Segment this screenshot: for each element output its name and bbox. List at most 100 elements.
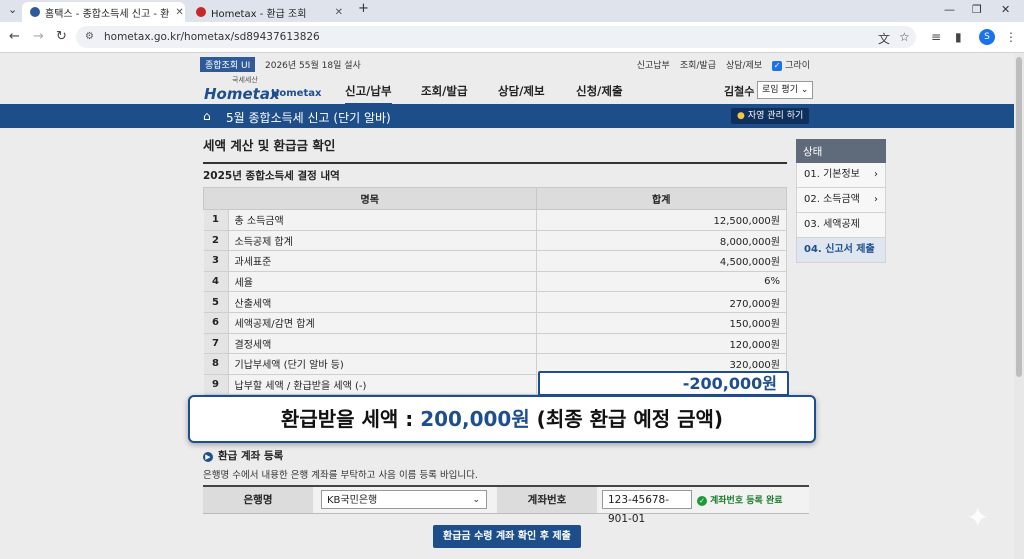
bookmark-star-icon[interactable]: ☆ xyxy=(899,30,910,44)
browser-tab-bar: ⌄ 홈택스 - 종합소득세 신고 - 환 ✕ Hometax - 환급 조회 ✕… xyxy=(0,0,1024,22)
sidebar-item-label: 03. 세액공제 xyxy=(804,219,860,230)
close-window-icon[interactable]: ✕ xyxy=(1001,3,1010,16)
helper-label: 자영 관리 하기 xyxy=(747,111,804,121)
util-link[interactable]: 조회/발급 xyxy=(680,58,716,71)
profile-avatar[interactable]: S xyxy=(979,29,995,45)
home-icon[interactable]: ⌂ xyxy=(203,109,211,123)
maximize-icon[interactable]: ❐ xyxy=(972,3,982,16)
view-badge: 종합조회 UI xyxy=(200,57,256,72)
row-name: 세액공제/감면 합계 xyxy=(228,312,537,334)
sidebar-item-tax-credit[interactable]: 03. 세액공제 xyxy=(796,213,886,238)
sidebar-item-income[interactable]: 02. 소득금액 › xyxy=(796,188,886,213)
bank-name-label: 은행명 xyxy=(203,487,313,513)
gnb-item-tax-filing[interactable]: 신고/납부 xyxy=(345,83,392,105)
page-scrollbar[interactable] xyxy=(1014,53,1024,559)
chevron-right-icon: › xyxy=(874,169,878,180)
account-status-text: 계좌번호 등록 완료 xyxy=(710,496,783,506)
more-menu-icon[interactable]: ⋮ xyxy=(1005,30,1017,44)
translate-icon[interactable]: 文 xyxy=(878,30,890,47)
logo-sub: Hometax xyxy=(271,88,322,99)
site-info-icon[interactable]: ⚙ xyxy=(85,31,94,42)
table-row: 3 과세표준 4,500,000원 xyxy=(203,250,787,272)
submit-button[interactable]: 환급금 수령 계좌 확인 후 제출 xyxy=(433,525,581,548)
address-bar[interactable]: ⚙ hometax.go.kr/hometax/sd89437613826 xyxy=(76,26,916,48)
check-circle-icon: ✓ xyxy=(697,496,707,506)
reading-list-icon[interactable]: ≡ xyxy=(931,30,941,44)
row-number: 1 xyxy=(203,209,229,231)
utility-bar: 종합조회 UI 2026년 55월 18일 설사 신고납부 조회/발급 상담/제… xyxy=(200,57,810,72)
row-amount: 6% xyxy=(536,271,787,293)
account-number-label: 계좌번호 xyxy=(497,487,597,513)
bullet-arrow-icon: ▶ xyxy=(203,452,213,462)
banner-prefix: 환급받을 세액 : xyxy=(280,407,421,431)
row-number: 4 xyxy=(203,271,229,293)
gnb-item-consult[interactable]: 상담/제보 xyxy=(498,83,545,99)
row-number: 3 xyxy=(203,250,229,272)
reload-icon[interactable]: ↻ xyxy=(56,29,67,44)
scroll-thumb[interactable] xyxy=(1016,57,1022,377)
logo-main: Hometax xyxy=(204,85,280,103)
row-name: 산출세액 xyxy=(228,291,537,313)
chevron-right-icon: › xyxy=(874,194,878,205)
account-status: ✓ 계좌번호 등록 완료 xyxy=(697,493,783,506)
close-tab-icon[interactable]: ✕ xyxy=(329,7,343,18)
account-number-input[interactable]: 123-45678-901-01 xyxy=(602,490,692,525)
hometax-favicon-icon xyxy=(30,7,40,17)
bank-select[interactable]: KB국민은행 ⌄ xyxy=(321,490,487,509)
banner-amount: 200,000원 xyxy=(420,407,530,431)
logout-select[interactable]: 로임 평기 ⌄ xyxy=(757,81,814,99)
forward-icon[interactable]: → xyxy=(33,29,44,44)
gnb-item-apply[interactable]: 신청/제출 xyxy=(576,83,623,99)
progress-sidebar: 상태 01. 기본정보 › 02. 소득금액 › 03. 세액공제 04. 신고서 … xyxy=(796,139,886,263)
refund-amount-box: -200,000원 xyxy=(538,371,789,396)
row-amount: 270,000원 xyxy=(536,291,787,313)
row-number: 6 xyxy=(203,312,229,334)
side-panel-icon[interactable]: ▮ xyxy=(955,30,962,44)
sidebar-item-submit[interactable]: 04. 신고서 제출 xyxy=(796,238,886,263)
browser-tab[interactable]: Hometax - 환급 조회 ✕ xyxy=(188,2,351,22)
tab-title: Hometax - 환급 조회 xyxy=(211,8,307,20)
util-link[interactable]: 신고납부 xyxy=(637,58,670,71)
table-row: 4 세율 6% xyxy=(203,271,787,293)
row-amount: 12,500,000원 xyxy=(536,209,787,231)
chevron-down-icon: ⌄ xyxy=(472,495,480,505)
new-tab-button[interactable]: + xyxy=(358,1,369,16)
person-icon: ● xyxy=(737,111,745,121)
row-number: 8 xyxy=(203,353,229,375)
close-tab-icon[interactable]: ✕ xyxy=(169,7,183,18)
hometax-favicon-icon xyxy=(196,7,206,17)
row-name: 세율 xyxy=(228,271,537,293)
row-amount: 4,500,000원 xyxy=(536,250,787,272)
table-row: 5 산출세액 270,000원 xyxy=(203,291,787,313)
bank-select-value: KB국민은행 xyxy=(327,495,378,506)
logout-label: 로임 평기 xyxy=(762,85,798,95)
util-date: 2026년 55월 18일 설사 xyxy=(265,61,361,71)
refund-summary-banner: 환급받을 세액 : 200,000원 (최종 환급 예정 금액) xyxy=(188,395,816,443)
self-manage-button[interactable]: ● 자영 관리 하기 xyxy=(731,108,810,124)
page-title-bar: ⌂ 5월 종합소득세 신고 (단기 알바) ● 자영 관리 하기 xyxy=(0,104,1014,128)
table-subheading: 2025년 종합소득세 결정 내역 xyxy=(203,170,340,182)
row-amount: 8,000,000원 xyxy=(536,230,787,252)
tab-search-icon[interactable]: ⌄ xyxy=(8,3,17,16)
sidebar-item-label: 01. 기본정보 xyxy=(804,169,860,180)
util-checkbox[interactable]: ✓ 그라이 xyxy=(772,58,810,71)
util-link[interactable]: 상담/제보 xyxy=(726,58,762,71)
bank-section-heading: ▶ 환급 계좌 등록 xyxy=(203,448,283,463)
back-icon[interactable]: ← xyxy=(9,29,20,44)
table-row: 6 세액공제/감면 합계 150,000원 xyxy=(203,312,787,334)
sidebar-item-basic-info[interactable]: 01. 기본정보 › xyxy=(796,163,886,188)
sidebar-item-label: 02. 소득금액 xyxy=(804,194,860,205)
minimize-icon[interactable]: — xyxy=(944,3,955,16)
browser-tab-active[interactable]: 홈택스 - 종합소득세 신고 - 환 ✕ xyxy=(22,2,185,22)
hometax-logo[interactable]: 국세세산 Hometax Hometax xyxy=(204,75,324,103)
table-row: 2 소득공제 합계 8,000,000원 xyxy=(203,230,787,252)
page-title: 5월 종합소득세 신고 (단기 알바) xyxy=(226,111,391,125)
gnb-item-inquiry[interactable]: 조회/발급 xyxy=(421,83,468,99)
row-number: 7 xyxy=(203,333,229,355)
row-name: 납부할 세액 / 환급받을 세액 (-) xyxy=(228,374,537,396)
logo-tagline: 국세세산 xyxy=(232,76,258,84)
table-row: 7 결정세액 120,000원 xyxy=(203,333,787,355)
bank-description: 은행명 수에서 내용한 은행 계좌를 부탁하고 사음 이름 등록 바입니다. xyxy=(203,470,478,481)
browser-toolbar: ← → ↻ ⚙ hometax.go.kr/hometax/sd89437613… xyxy=(0,22,1024,53)
row-name: 기납부세액 (단기 알바 등) xyxy=(228,353,537,375)
